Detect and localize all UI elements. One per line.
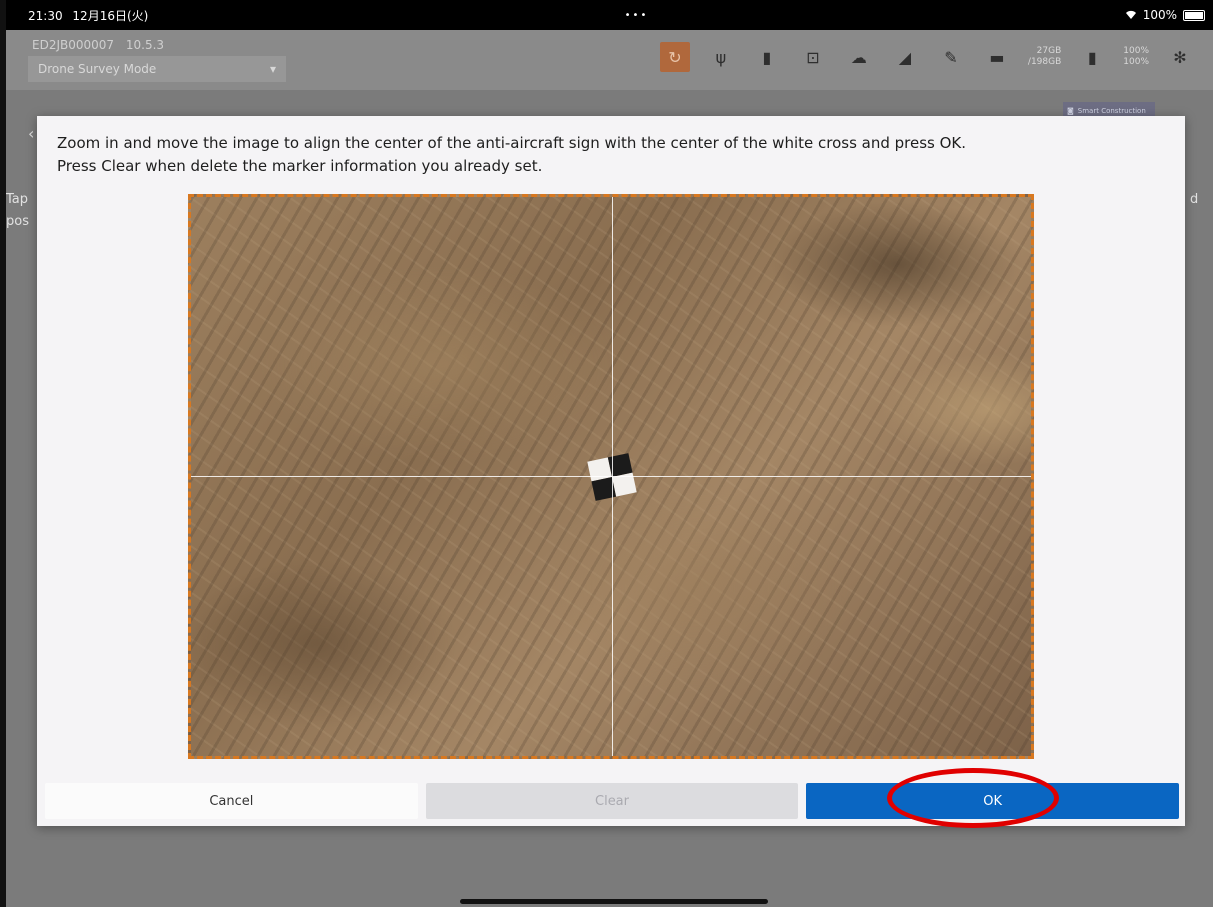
drone-connection-icon[interactable]: ↻ <box>659 42 690 72</box>
marker-alignment-dialog: Zoom in and move the image to align the … <box>37 116 1185 826</box>
logo-text: Smart Construction <box>1077 107 1146 115</box>
signal-icon[interactable]: ◢ <box>890 42 920 72</box>
storage-total: /198GB <box>1027 57 1062 67</box>
device-id: ED2JB000007 <box>32 38 115 52</box>
logo-mark-icon: ◙ <box>1067 107 1074 115</box>
header-toolbar: ↻ ψ ▮ ⊡ ☁ ◢ ✎ ▬ 27GB /198GB ▮ 100% 100% … <box>659 42 1195 72</box>
download-icon[interactable]: ⊡ <box>798 42 828 72</box>
status-bar: 21:30 12月16日(火) ••• 100% <box>6 0 1213 30</box>
cancel-button[interactable]: Cancel <box>45 783 418 819</box>
wifi-icon <box>1125 10 1136 19</box>
status-date: 12月16日(火) <box>72 8 149 23</box>
drone-battery-icon: ▮ <box>1087 47 1097 67</box>
app-version: 10.5.3 <box>125 38 165 52</box>
battery-icon <box>1183 9 1205 21</box>
mode-select-value: Drone Survey Mode <box>38 62 157 76</box>
storage-free: 27GB <box>1036 46 1062 56</box>
dialog-button-row: Cancel Clear OK <box>45 783 1180 819</box>
settings-gear-icon[interactable]: ✻ <box>1165 42 1195 72</box>
multitask-dots-icon[interactable]: ••• <box>625 10 649 21</box>
status-time: 21:30 <box>28 8 63 23</box>
background-text-3: d <box>1190 192 1199 207</box>
mode-select[interactable]: Drone Survey Mode ▾ <box>28 56 286 82</box>
folder-icon[interactable]: ▬ <box>982 42 1012 72</box>
instruction-line-2: Press Clear when delete the marker infor… <box>57 157 543 175</box>
aerial-photo-viewport[interactable] <box>188 194 1034 759</box>
instruction-line-1: Zoom in and move the image to align the … <box>57 134 967 152</box>
storage-indicator: 27GB /198GB <box>1028 46 1061 68</box>
dialog-instructions: Zoom in and move the image to align the … <box>57 132 966 178</box>
satellite-icon[interactable]: ✎ <box>936 42 966 72</box>
white-cross-horizontal <box>191 476 1031 477</box>
background-text-2: pos <box>6 214 29 229</box>
background-text-1: Tap <box>6 192 29 207</box>
back-arrow-icon[interactable]: ‹ <box>28 124 34 143</box>
ipad-screen: 21:30 12月16日(火) ••• 100% ED2JB000007 10.… <box>6 0 1213 907</box>
battery-level-bottom: 100% <box>1123 57 1149 67</box>
status-right: 100% <box>1125 8 1205 22</box>
cloud-icon[interactable]: ☁ <box>844 42 874 72</box>
app-header: ED2JB000007 10.5.3 Drone Survey Mode ▾ ↻… <box>6 30 1213 90</box>
usb-icon[interactable]: ψ <box>706 42 736 72</box>
status-left: 21:30 12月16日(火) <box>28 7 148 24</box>
battery-percentage: 100% <box>1142 8 1177 22</box>
home-indicator[interactable] <box>460 899 768 904</box>
ok-button[interactable]: OK <box>806 783 1180 819</box>
device-info: ED2JB000007 10.5.3 <box>32 38 164 52</box>
chevron-down-icon: ▾ <box>269 62 276 76</box>
clear-button[interactable]: Clear <box>425 783 799 819</box>
battery-levels: 100% 100% <box>1123 46 1149 68</box>
sd-card-icon[interactable]: ▮ <box>752 42 782 72</box>
battery-level-top: 100% <box>1123 46 1149 56</box>
